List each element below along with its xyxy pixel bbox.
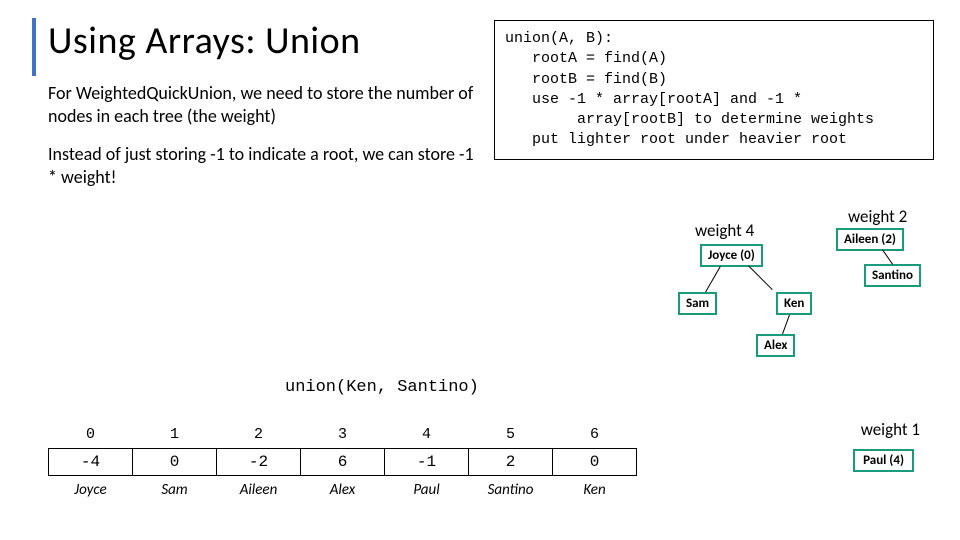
index-row: 0 1 2 3 4 5 6 <box>49 421 637 448</box>
val-cell: 6 <box>301 448 385 475</box>
idx-cell: 5 <box>469 421 553 448</box>
val-cell: -1 <box>385 448 469 475</box>
node-sam: Sam <box>678 292 717 315</box>
paragraph-1: For WeightedQuickUnion, we need to store… <box>48 82 478 127</box>
val-cell: 0 <box>553 448 637 475</box>
array-table: 0 1 2 3 4 5 6 -4 0 -2 6 -1 2 0 Joyce Sam… <box>48 421 637 502</box>
name-cell: Paul <box>385 475 469 502</box>
weight-4-label: weight 4 <box>695 220 754 241</box>
idx-cell: 2 <box>217 421 301 448</box>
val-cell: 2 <box>469 448 553 475</box>
name-cell: Sam <box>133 475 217 502</box>
idx-cell: 4 <box>385 421 469 448</box>
node-ken: Ken <box>776 292 812 315</box>
idx-cell: 1 <box>133 421 217 448</box>
name-cell: Santino <box>469 475 553 502</box>
edge-aileen-santino <box>882 249 893 264</box>
val-cell: -4 <box>49 448 133 475</box>
union-call-text: union(Ken, Santino) <box>285 378 479 397</box>
idx-cell: 0 <box>49 421 133 448</box>
edge-joyce-ken <box>748 265 773 290</box>
weight-1-label: weight 1 <box>861 419 920 440</box>
node-aileen: Aileen (2) <box>836 228 904 251</box>
val-cell: -2 <box>217 448 301 475</box>
tree-diagram: weight 4 weight 2 Joyce (0) Aileen (2) S… <box>600 228 930 418</box>
pseudocode-box: union(A, B): rootA = find(A) rootB = fin… <box>494 20 934 160</box>
paragraph-2: Instead of just storing -1 to indicate a… <box>48 143 478 188</box>
idx-cell: 3 <box>301 421 385 448</box>
name-row: Joyce Sam Aileen Alex Paul Santino Ken <box>49 475 637 502</box>
node-santino: Santino <box>864 264 921 287</box>
name-cell: Joyce <box>49 475 133 502</box>
name-cell: Alex <box>301 475 385 502</box>
weight-2-label: weight 2 <box>848 206 907 227</box>
node-joyce: Joyce (0) <box>700 244 763 267</box>
node-alex: Alex <box>756 334 795 357</box>
name-cell: Ken <box>553 475 637 502</box>
accent-bar <box>32 18 36 76</box>
val-cell: 0 <box>133 448 217 475</box>
node-paul: Paul (4) <box>853 449 914 472</box>
name-cell: Aileen <box>217 475 301 502</box>
value-row: -4 0 -2 6 -1 2 0 <box>49 448 637 475</box>
idx-cell: 6 <box>553 421 637 448</box>
